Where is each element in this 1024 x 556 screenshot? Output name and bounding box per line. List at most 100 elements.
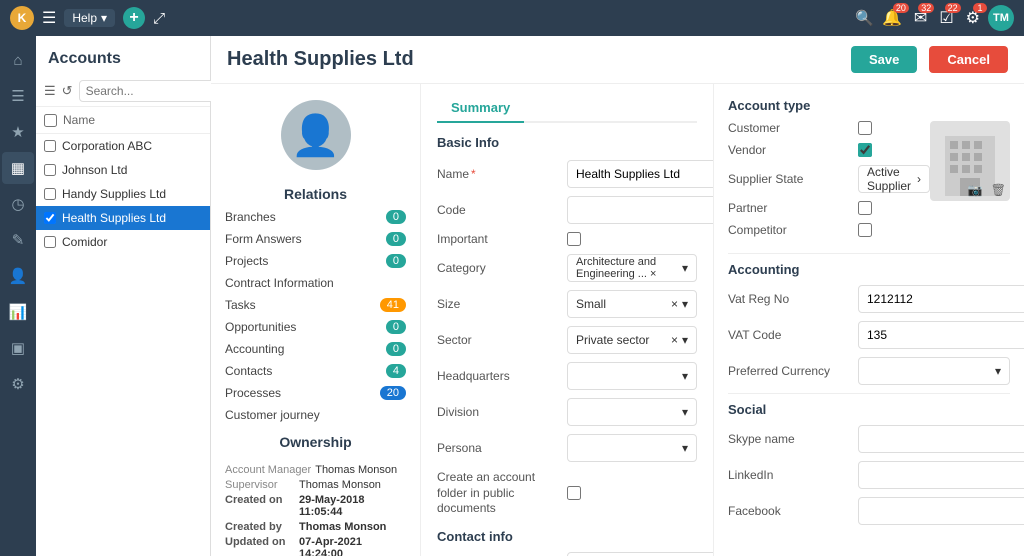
persona-chevron-icon: ▾	[682, 441, 688, 455]
partner-checkbox[interactable]	[858, 201, 872, 215]
vat-code-input[interactable]	[858, 321, 1024, 349]
relation-accounting[interactable]: Accounting 0	[211, 338, 420, 360]
work-phone-row: Work Phone	[437, 552, 697, 556]
notifications-bell[interactable]: 🔔20	[882, 8, 902, 28]
division-select[interactable]: ▾	[567, 398, 697, 426]
size-row: Size Small × ▾	[437, 290, 697, 318]
account-checkbox[interactable]	[44, 140, 56, 152]
user-avatar[interactable]: TM	[988, 5, 1014, 31]
account-checkbox[interactable]	[44, 236, 56, 248]
relation-tasks[interactable]: Tasks 41	[211, 294, 420, 316]
partner-label: Partner	[728, 201, 858, 215]
relation-label: Contract Information	[225, 276, 334, 290]
headquarters-select[interactable]: ▾	[567, 362, 697, 390]
division-row: Division ▾	[437, 398, 697, 426]
account-checkbox[interactable]	[44, 164, 56, 176]
sidebar-home-icon[interactable]: ⌂	[2, 44, 34, 76]
sidebar-grid-icon[interactable]: ▦	[2, 152, 34, 184]
important-checkbox[interactable]	[567, 232, 581, 246]
relation-contract-info[interactable]: Contract Information	[211, 272, 420, 294]
competitor-checkbox[interactable]	[858, 223, 872, 237]
app-logo[interactable]: K	[10, 6, 34, 30]
sector-select[interactable]: Private sector × ▾	[567, 326, 697, 354]
expand-icon[interactable]: ⤢	[153, 10, 165, 27]
list-item[interactable]: Johnson Ltd	[36, 158, 210, 182]
sidebar-box-icon[interactable]: ▣	[2, 332, 34, 364]
cancel-button[interactable]: Cancel	[929, 46, 1008, 73]
add-button[interactable]: +	[123, 7, 145, 29]
ownership-key: Account Manager	[225, 464, 311, 476]
customer-checkbox[interactable]	[858, 121, 872, 135]
save-button[interactable]: Save	[851, 46, 917, 73]
name-label: Name*	[437, 167, 567, 181]
relation-processes[interactable]: Processes 20	[211, 382, 420, 404]
persona-select[interactable]: ▾	[567, 434, 697, 462]
messages-icon[interactable]: ✉32	[914, 8, 927, 28]
list-item[interactable]: Corporation ABC	[36, 134, 210, 158]
facebook-row: Facebook	[728, 497, 1010, 525]
alerts-icon[interactable]: ⚙1	[966, 8, 980, 28]
division-label: Division	[437, 405, 567, 419]
relation-contacts[interactable]: Contacts 4	[211, 360, 420, 382]
sidebar-list-icon[interactable]: ☰	[2, 80, 34, 112]
account-checkbox[interactable]	[44, 212, 56, 224]
code-input[interactable]	[567, 196, 714, 224]
delete-icon[interactable]: 🗑	[991, 183, 1006, 197]
skype-input[interactable]	[858, 425, 1024, 453]
select-all-checkbox[interactable]	[44, 114, 57, 127]
list-item[interactable]: Health Supplies Ltd	[36, 206, 210, 230]
tasks-icon[interactable]: ☑22	[939, 8, 953, 28]
preferred-currency-select[interactable]: ▾	[858, 357, 1010, 385]
relation-badge: 41	[380, 298, 406, 312]
sidebar-puzzle-icon[interactable]: ⚙	[2, 368, 34, 400]
facebook-input[interactable]	[858, 497, 1024, 525]
name-row: Name*	[437, 160, 697, 188]
list-view-icon[interactable]: ☰	[44, 83, 56, 99]
sidebar-chart-icon[interactable]: 📊	[2, 296, 34, 328]
tab-summary[interactable]: Summary	[437, 94, 524, 123]
vat-reg-no-label: Vat Reg No	[728, 292, 858, 306]
list-item[interactable]: Handy Supplies Ltd	[36, 182, 210, 206]
relation-opportunities[interactable]: Opportunities 0	[211, 316, 420, 338]
list-item[interactable]: Comidor	[36, 230, 210, 254]
ownership-row: Created by Thomas Monson	[225, 521, 406, 533]
folder-checkbox[interactable]	[567, 486, 581, 500]
skype-label: Skype name	[728, 432, 858, 446]
size-clear-icon[interactable]: ×	[671, 297, 678, 311]
relation-form-answers[interactable]: Form Answers 0	[211, 228, 420, 250]
category-row: Category Architecture and Engineering ..…	[437, 254, 697, 282]
refresh-icon[interactable]: ↺	[62, 83, 73, 99]
category-select[interactable]: Architecture and Engineering ... × ▾	[567, 254, 697, 282]
relation-badge: 0	[386, 342, 406, 356]
relation-branches[interactable]: Branches 0	[211, 206, 420, 228]
account-checkbox[interactable]	[44, 188, 56, 200]
ownership-row: Account Manager Thomas Monson	[225, 464, 406, 476]
sidebar-star-icon[interactable]: ★	[2, 116, 34, 148]
size-select[interactable]: Small × ▾	[567, 290, 697, 318]
work-phone-input[interactable]	[567, 552, 714, 556]
ownership-row: Updated on 07-Apr-2021 14:24:00	[225, 536, 406, 556]
hamburger-icon[interactable]: ☰	[42, 8, 56, 28]
sector-chevron-icon: ▾	[682, 333, 688, 347]
relation-projects[interactable]: Projects 0	[211, 250, 420, 272]
size-label: Size	[437, 297, 567, 311]
partner-row: Partner	[728, 201, 930, 215]
supplier-state-select[interactable]: Active Supplier ›	[858, 165, 930, 193]
skype-row: Skype name	[728, 425, 1010, 453]
name-input[interactable]	[567, 160, 714, 188]
competitor-label: Competitor	[728, 223, 858, 237]
preferred-currency-label: Preferred Currency	[728, 364, 858, 378]
relation-customer-journey[interactable]: Customer journey	[211, 404, 420, 426]
relation-badge: 0	[386, 232, 406, 246]
vendor-label: Vendor	[728, 143, 858, 157]
linkedin-input[interactable]	[858, 461, 1024, 489]
vat-reg-no-input[interactable]	[858, 285, 1024, 313]
sidebar-edit-icon[interactable]: ✎	[2, 224, 34, 256]
search-icon[interactable]: 🔍	[855, 9, 874, 27]
help-menu[interactable]: Help ▾	[64, 9, 115, 27]
sector-clear-icon[interactable]: ×	[671, 333, 678, 347]
vendor-checkbox[interactable]	[858, 143, 872, 157]
sidebar-clock-icon[interactable]: ◷	[2, 188, 34, 220]
camera-icon[interactable]: 📷	[968, 183, 983, 197]
sidebar-person-icon[interactable]: 👤	[2, 260, 34, 292]
